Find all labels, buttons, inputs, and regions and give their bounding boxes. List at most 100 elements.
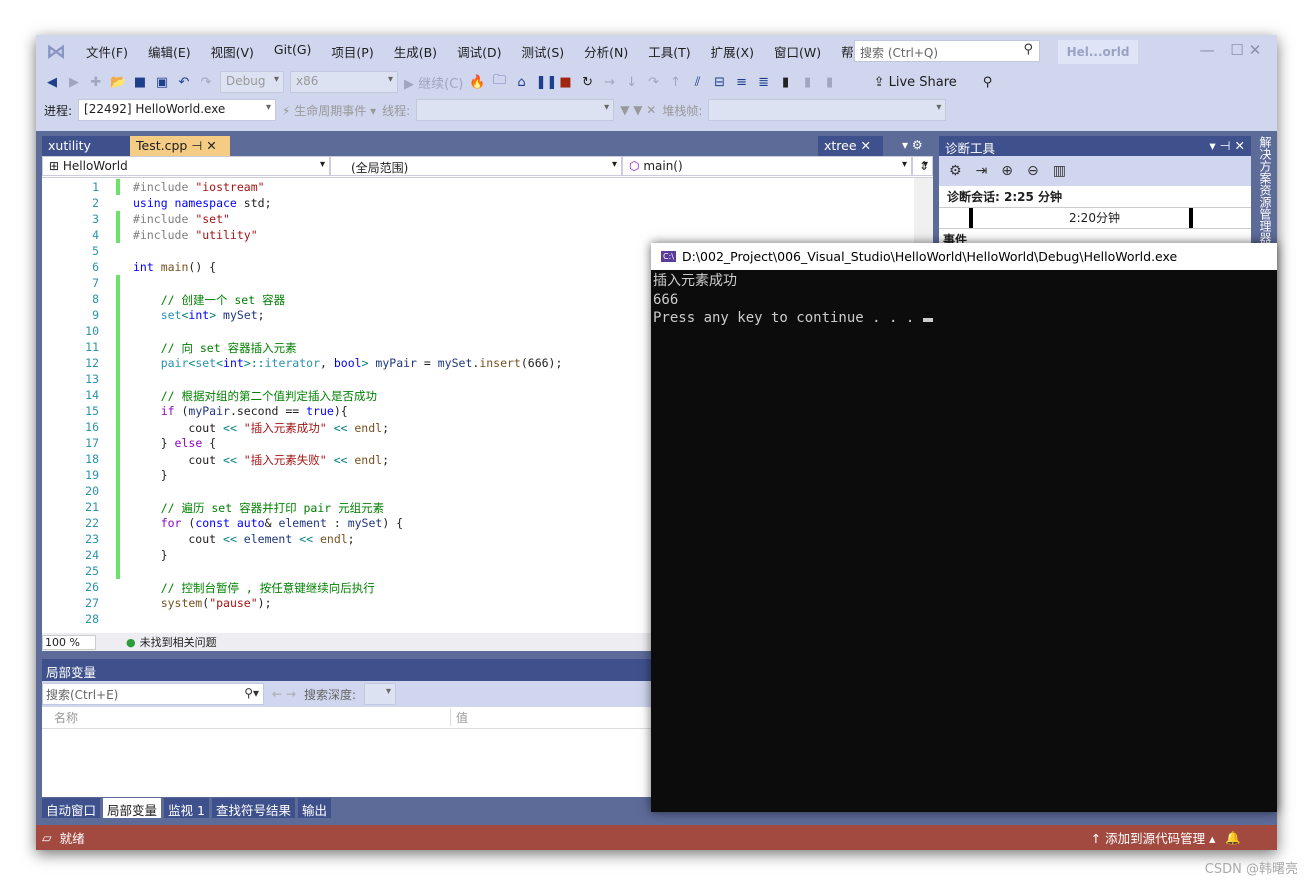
navigation-bar: ⊞ HelloWorld (全局范围) ⬡ main() ⇕ xyxy=(42,156,933,178)
bottom-tab[interactable]: 查找符号结果 xyxy=(211,798,295,818)
column-name[interactable]: 名称 xyxy=(54,709,450,726)
forward-icon[interactable]: ▶ xyxy=(66,75,82,90)
menu-item[interactable]: 工具(T) xyxy=(638,42,700,61)
lifecycle-events-button[interactable]: ⚡ 生命周期事件 ▾ xyxy=(282,102,376,119)
scope-select[interactable]: (全局范围) xyxy=(330,156,622,176)
code-token: { xyxy=(209,436,217,450)
stack-frame-select[interactable] xyxy=(708,99,947,121)
code-token: using xyxy=(133,196,175,210)
menu-item[interactable]: 扩展(X) xyxy=(701,42,764,61)
feedback-icon[interactable]: ⚲ xyxy=(983,75,993,90)
chart-icon[interactable]: ▥ xyxy=(1053,163,1066,179)
zoom-out-icon[interactable]: ⊖ xyxy=(1027,163,1039,179)
tab-xtree[interactable]: xtree ✕ xyxy=(818,136,883,156)
stop-icon[interactable]: ■ xyxy=(558,75,574,90)
pin-icon[interactable]: ⊣ xyxy=(191,138,202,153)
bottom-tab[interactable]: 局部变量 xyxy=(103,798,162,818)
console-output[interactable]: 插入元素成功 666 Press any key to continue . .… xyxy=(651,270,1277,330)
step-into-icon[interactable]: ↓ xyxy=(624,75,640,90)
depth-select[interactable] xyxy=(363,683,396,705)
menu-item[interactable]: 窗口(W) xyxy=(764,42,831,61)
menu-item[interactable]: 项目(P) xyxy=(321,42,383,61)
process-select[interactable]: [22492] HelloWorld.exe xyxy=(78,99,277,121)
zoom-select[interactable]: 100 % xyxy=(42,634,96,650)
menu-item[interactable]: 视图(V) xyxy=(201,42,264,61)
line-number: 21 xyxy=(85,500,99,514)
code-token: << xyxy=(223,453,244,467)
close-tab-icon[interactable]: ✕ xyxy=(206,138,216,153)
live-share-button[interactable]: ⇪ Live Share xyxy=(874,75,957,90)
menu-item[interactable]: Git(G) xyxy=(264,42,322,61)
column-value[interactable]: 值 xyxy=(450,709,468,726)
step-out-icon[interactable]: ↑ xyxy=(668,75,684,90)
code-token: ; xyxy=(382,453,389,467)
find-file-icon[interactable]: 🗀 xyxy=(492,71,508,93)
code-line: // 创建一个 set 容器 xyxy=(133,292,285,308)
menu-item[interactable]: 调试(D) xyxy=(447,42,511,61)
bottom-tab[interactable]: 监视 1 xyxy=(164,798,209,818)
locals-search-input[interactable]: 搜索(Ctrl+E) ⚲▾ xyxy=(42,683,264,705)
save-all-icon[interactable]: ▣ xyxy=(154,75,170,90)
source-control-button[interactable]: ↑ 添加到源代码管理 ▴ xyxy=(1091,828,1216,847)
code-token: endl xyxy=(354,453,383,467)
thread-select[interactable] xyxy=(416,99,615,121)
close-button[interactable]: ✕ xyxy=(1240,41,1270,59)
continue-button[interactable]: ▶ 继续(C) xyxy=(404,73,463,92)
notifications-icon[interactable]: 🔔 xyxy=(1225,830,1241,846)
hot-reload-icon[interactable]: 🔥 xyxy=(469,75,485,90)
code-token: ){ xyxy=(333,404,348,418)
member-select[interactable]: ⬡ main() xyxy=(622,156,912,176)
code-line: system("pause"); xyxy=(133,596,272,610)
tab-test-cpp[interactable]: Test.cpp ⊣ ✕ xyxy=(130,136,230,156)
panel-controls-icon[interactable]: ▾ ⊣ ✕ xyxy=(1209,138,1245,153)
step-back-icon[interactable]: ↷ xyxy=(646,75,662,90)
project-select[interactable]: ⊞ HelloWorld xyxy=(42,156,330,176)
uncomment-icon[interactable]: ≣ xyxy=(756,75,772,90)
bottom-tab[interactable]: 自动窗口 xyxy=(42,798,101,818)
threads-icon[interactable]: ⫽ xyxy=(690,75,706,90)
line-number: 14 xyxy=(85,388,99,402)
bookmark-icon[interactable]: ▮ xyxy=(778,75,794,90)
code-token: #include xyxy=(133,228,196,242)
code-line: for (const auto& element : mySet) { xyxy=(133,516,403,530)
line-number: 15 xyxy=(85,404,99,418)
open-folder-icon[interactable]: 📂 xyxy=(110,75,126,90)
code-token: // 遍历 set 容器并打印 pair 元组元素 xyxy=(133,501,385,515)
menu-item[interactable]: 生成(B) xyxy=(384,42,447,61)
bottom-tab[interactable]: 输出 xyxy=(297,798,331,818)
menu-item[interactable]: 编辑(E) xyxy=(138,42,201,61)
prev-bookmark-icon[interactable]: ▮ xyxy=(800,75,816,90)
menu-item[interactable]: 分析(N) xyxy=(574,42,638,61)
restart-icon[interactable]: ↻ xyxy=(580,75,596,90)
undo-icon[interactable]: ↶ xyxy=(176,75,192,90)
comment-icon[interactable]: ≡ xyxy=(734,75,750,90)
config-select[interactable]: Debug xyxy=(220,71,284,93)
code-token: "pause" xyxy=(209,596,258,610)
menu-item[interactable]: 测试(S) xyxy=(511,42,574,61)
back-icon[interactable]: ◀ xyxy=(44,75,60,90)
save-icon[interactable]: ■ xyxy=(132,75,148,90)
line-number: 25 xyxy=(85,564,99,578)
platform-select[interactable]: x86 xyxy=(290,71,398,93)
next-bookmark-icon[interactable]: ▮ xyxy=(822,75,838,90)
home-icon[interactable]: ⌂ xyxy=(514,75,530,90)
new-project-icon[interactable]: ✚ xyxy=(88,75,104,90)
tab-overflow-icon[interactable]: ▾ ⚙ xyxy=(902,138,923,152)
change-marker xyxy=(116,227,120,243)
redo-icon[interactable]: ↷ xyxy=(198,75,214,90)
filter-icon[interactable]: ▼ ▼ ✕ xyxy=(620,103,656,117)
settings-icon[interactable]: ⚙ xyxy=(949,163,962,179)
menu-item[interactable]: 文件(F) xyxy=(76,42,138,61)
code-token: set xyxy=(195,356,217,370)
tab-xutility[interactable]: xutility xyxy=(42,136,130,156)
pause-icon[interactable]: ❚❚ xyxy=(536,75,558,90)
minimize-button[interactable]: — xyxy=(1192,41,1222,59)
timeline[interactable]: 2:20分钟 xyxy=(939,207,1251,229)
breakpoint-icon[interactable]: ⊟ xyxy=(712,75,728,90)
step-over-icon[interactable]: → xyxy=(602,75,618,90)
zoom-in-icon[interactable]: ⊕ xyxy=(1001,163,1013,179)
split-icon[interactable]: ⇕ xyxy=(912,156,933,176)
export-icon[interactable]: ⇥ xyxy=(976,163,988,179)
back-forward-icon[interactable]: ← → xyxy=(272,687,296,701)
search-box[interactable]: 搜索 (Ctrl+Q) ⚲ xyxy=(854,40,1040,62)
